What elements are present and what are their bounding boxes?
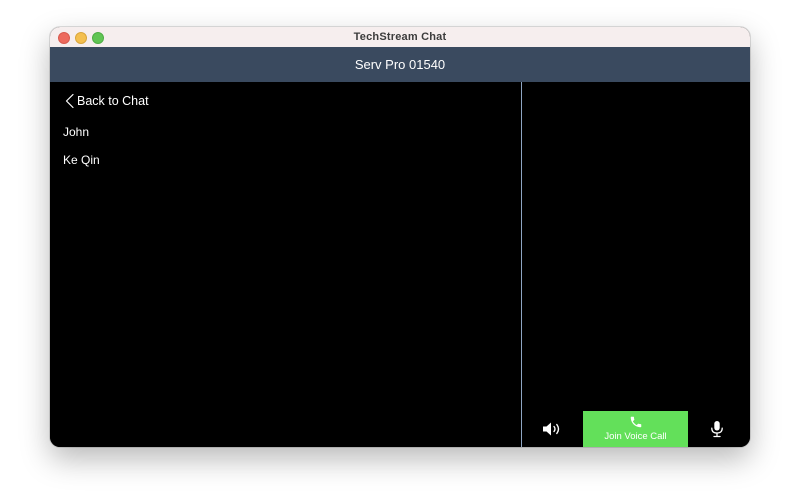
participant-item[interactable]: John: [63, 124, 100, 152]
back-to-chat-button[interactable]: Back to Chat: [64, 92, 149, 110]
speaker-button[interactable]: [542, 421, 564, 437]
join-voice-call-label: Join Voice Call: [604, 431, 667, 442]
participant-item[interactable]: Ke Qin: [63, 152, 100, 180]
participants-pane: Back to Chat John Ke Qin: [50, 82, 521, 447]
maximize-window-button[interactable]: [92, 32, 104, 44]
conversation-header: Serv Pro 01540: [50, 47, 750, 82]
participant-list: John Ke Qin: [63, 124, 100, 180]
chevron-left-icon: [65, 93, 74, 109]
call-controls: Join Voice Call: [522, 411, 750, 447]
conversation-title: Serv Pro 01540: [354, 57, 446, 72]
close-window-button[interactable]: [58, 32, 70, 44]
join-voice-call-button[interactable]: Join Voice Call: [583, 411, 688, 447]
call-pane: Join Voice Call: [522, 82, 750, 447]
microphone-button[interactable]: [710, 420, 724, 438]
window-title: TechStream Chat: [353, 31, 447, 43]
speaker-icon: [543, 422, 560, 436]
minimize-window-button[interactable]: [75, 32, 87, 44]
back-to-chat-label: Back to Chat: [77, 94, 149, 108]
title-bar: TechStream Chat: [50, 27, 750, 47]
microphone-icon: [711, 421, 723, 438]
app-window: TechStream Chat Serv Pro 01540 Back to C…: [50, 27, 750, 447]
phone-icon: [630, 416, 641, 428]
